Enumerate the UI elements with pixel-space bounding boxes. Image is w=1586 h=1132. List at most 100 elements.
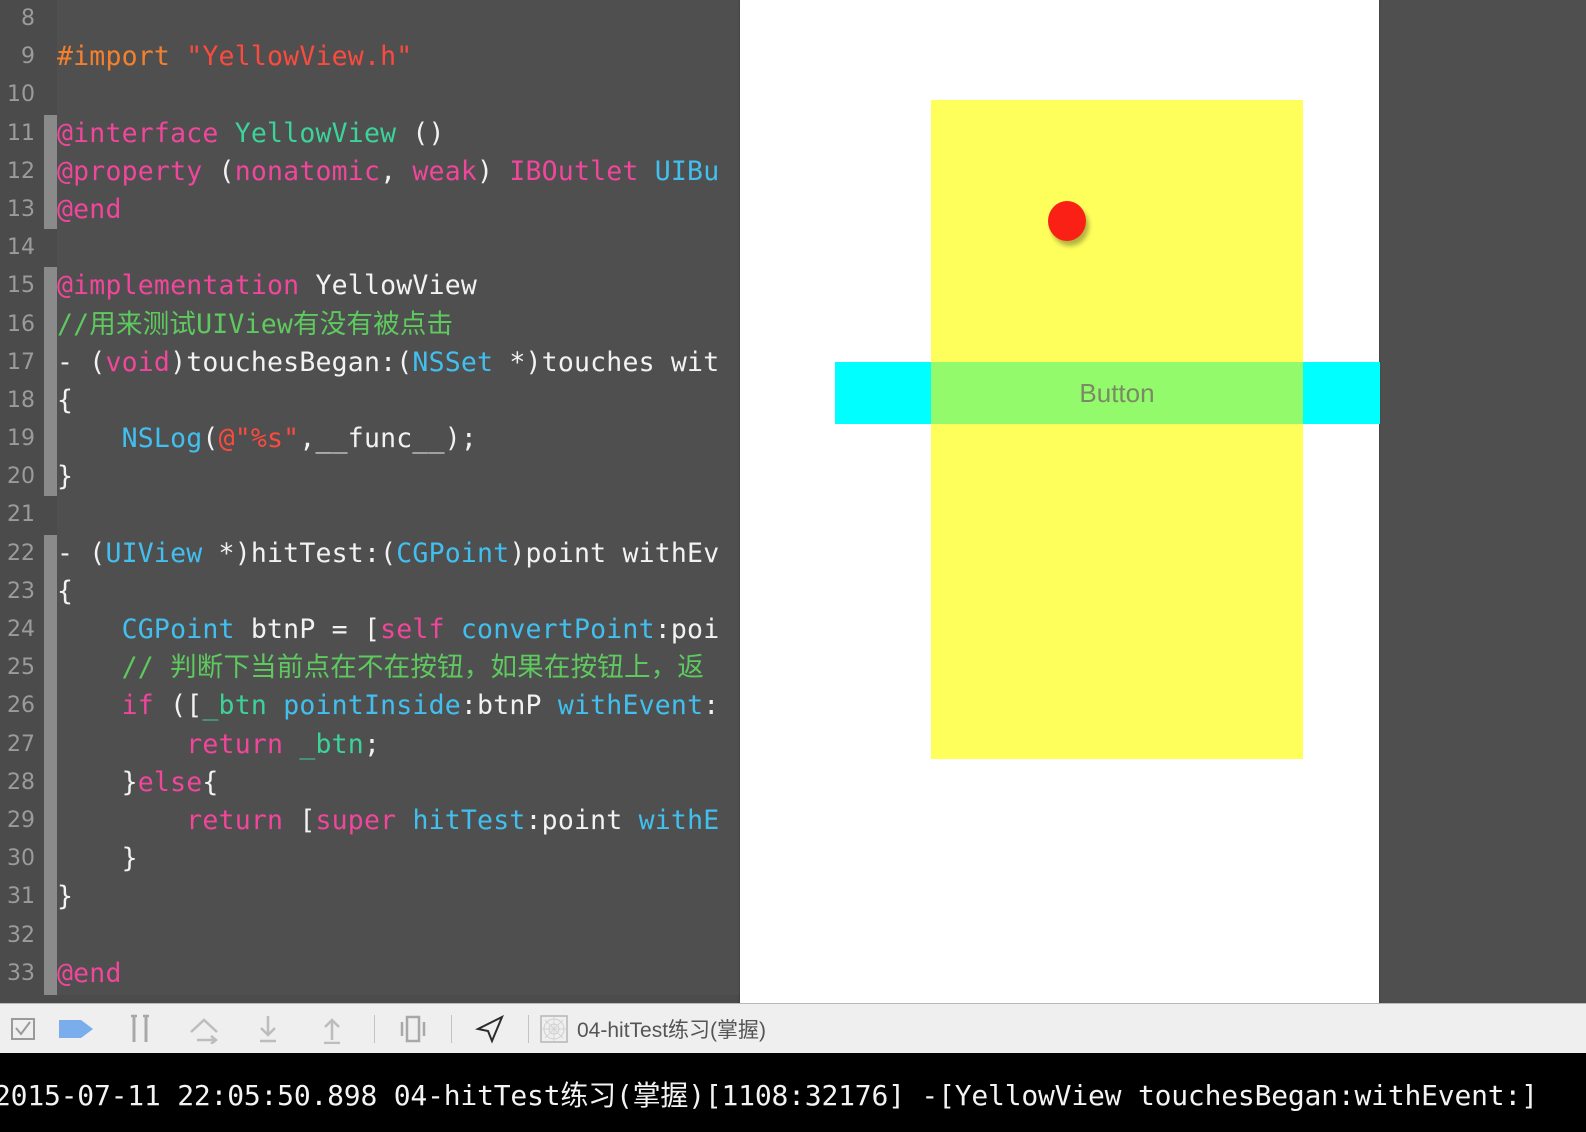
code-token: } [57, 766, 138, 798]
line-number: 24 [7, 617, 35, 642]
change-marker [44, 458, 57, 497]
code-token: @property [57, 155, 219, 187]
line-number: 8 [21, 6, 35, 31]
code-token: self [380, 614, 445, 645]
code-token: } [57, 843, 138, 875]
code-token: YellowView [234, 117, 397, 149]
code-token: void [105, 346, 171, 378]
code-token: UIView [105, 537, 203, 569]
change-marker [44, 878, 57, 917]
line-number: 12 [7, 158, 35, 184]
line-number: 28 [7, 769, 35, 795]
change-marker [44, 152, 57, 191]
pause-icon[interactable] [108, 1004, 172, 1054]
code-token: CGPoint [121, 614, 235, 645]
code-text: NSLog(@"%s",__func__); [57, 420, 477, 458]
code-token: pointInside [283, 690, 461, 722]
change-marker [44, 420, 57, 459]
code-text: if ([_btn pointInside:btnP withEvent: [57, 687, 720, 725]
debug-toolbar[interactable]: 04-hitTest练习(掌握) [0, 1003, 1586, 1053]
line-number: 27 [7, 731, 35, 757]
code-text: #import "YellowView.h" [57, 38, 412, 76]
yellow-view[interactable] [931, 100, 1303, 759]
code-token: ) [477, 155, 510, 187]
code-token: *)hitTest:( [202, 537, 397, 569]
code-text: } [57, 840, 138, 878]
change-marker [44, 649, 57, 688]
code-token: _btn [299, 728, 364, 760]
line-number: 16 [7, 311, 35, 337]
code-text: return [super hitTest:point withE [57, 802, 719, 840]
code-token: NSLog [121, 423, 203, 455]
change-marker [44, 840, 57, 879]
change-marker [44, 496, 57, 534]
code-token: YellowView [315, 270, 478, 302]
simulate-location-icon[interactable] [462, 1004, 518, 1054]
green-button[interactable]: Button [931, 362, 1303, 424]
toolbar-divider [374, 1014, 375, 1043]
line-number: 33 [7, 960, 35, 986]
code-token: UIBu [654, 155, 720, 187]
change-marker [44, 611, 57, 650]
breakpoints-toggle-icon[interactable] [0, 1004, 46, 1054]
line-number: 19 [7, 426, 35, 452]
line-number: 31 [7, 884, 35, 910]
code-text: @end [57, 191, 122, 229]
code-token: if [121, 690, 154, 722]
change-marker [44, 38, 57, 76]
continue-icon[interactable] [46, 1004, 108, 1054]
debug-console[interactable]: 2015-07-11 22:05:50.898 04-hitTest练习(掌握)… [0, 1053, 1586, 1132]
code-token: :poi [654, 614, 720, 645]
line-number: 25 [7, 655, 35, 681]
code-token: { [202, 766, 219, 798]
code-text: } [57, 458, 73, 496]
code-text: { [57, 382, 73, 420]
code-token: () [396, 117, 445, 149]
step-out-icon[interactable] [300, 1004, 364, 1054]
change-marker [44, 381, 57, 421]
code-text: return _btn; [57, 726, 380, 764]
change-marker [44, 763, 57, 802]
step-into-icon[interactable] [236, 1004, 300, 1054]
code-token: CGPoint [396, 537, 510, 569]
console-output-line: 2015-07-11 22:05:50.898 04-hitTest练习(掌握)… [0, 1079, 1538, 1112]
change-marker [44, 916, 57, 955]
ios-simulator-window[interactable]: Button [740, 0, 1380, 1044]
line-number: 11 [7, 120, 35, 146]
change-marker [44, 76, 57, 114]
process-label: 04-hitTest练习(掌握) [577, 1018, 767, 1042]
code-text: //用来测试UIView有没有被点击 [57, 306, 453, 344]
code-token: ,__func__); [299, 423, 478, 455]
code-token: return [186, 804, 284, 836]
change-marker [44, 801, 57, 841]
line-number: 26 [7, 693, 35, 719]
change-marker [44, 114, 57, 153]
code-token: *)touches wit [493, 346, 720, 378]
change-marker [44, 954, 57, 993]
code-token: withE [638, 804, 720, 836]
code-token: ; [363, 728, 381, 760]
line-number: 30 [7, 846, 35, 872]
code-token: } [57, 461, 74, 493]
view-hierarchy-icon[interactable] [385, 1004, 441, 1054]
code-token: @end [57, 193, 122, 225]
process-icon [539, 1004, 569, 1054]
code-token: :btnP [460, 690, 558, 722]
line-number: 22 [7, 540, 35, 566]
code-token: hitTest [412, 804, 526, 836]
change-marker [44, 534, 57, 573]
change-marker [44, 229, 57, 267]
code-token: @interface [57, 117, 235, 149]
line-number: 10 [7, 82, 35, 108]
code-token: :point [525, 804, 639, 836]
code-text: CGPoint btnP = [self convertPoint:poi [57, 611, 720, 649]
step-over-icon[interactable] [172, 1004, 236, 1054]
toolbar-divider-2 [451, 1014, 452, 1043]
